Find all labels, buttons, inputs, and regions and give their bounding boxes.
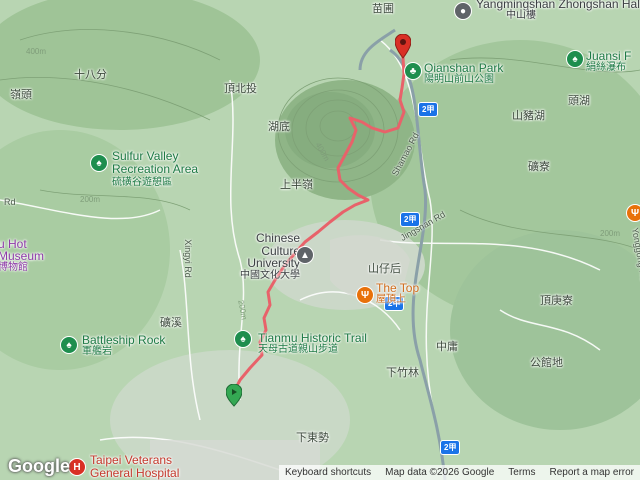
poi-sublabel: 陽明山前山公園 — [424, 74, 494, 85]
university-icon[interactable]: ▲ — [296, 246, 314, 264]
place-label: 頂北投 — [224, 83, 257, 95]
poi-sublabel: 軍艦岩 — [82, 346, 112, 357]
poi-label: Qianshan Park — [424, 61, 504, 75]
restaurant-icon[interactable]: Ψ — [356, 286, 374, 304]
place-label: 嶺頭 — [10, 89, 32, 101]
place-label: 上半嶺 — [280, 179, 313, 191]
road-label: Xingyi Rd — [182, 239, 193, 278]
place-label: 中庸 — [436, 341, 458, 353]
place-label: 頂庚寮 — [540, 295, 573, 307]
restaurant-icon[interactable]: Ψ — [626, 204, 640, 222]
poi-label: Tianmu Historic Trail — [258, 331, 367, 345]
contour-label: 200m — [600, 229, 621, 238]
recreation-icon[interactable]: ♠ — [90, 154, 108, 172]
place-label: 湖底 — [268, 121, 290, 133]
park-icon[interactable]: ♣ — [404, 62, 422, 80]
poi-sublabel: 天母古道親山步道 — [258, 344, 338, 355]
place-label: 公館地 — [530, 357, 563, 369]
poi-qianshan-park[interactable]: Qianshan Park 陽明山前山公園 — [424, 62, 503, 85]
report-error-link[interactable]: Report a map error — [550, 467, 634, 478]
poi-label: Yangmingshan Zhongshan Hall — [476, 0, 640, 11]
contour-label: 400m — [26, 47, 47, 56]
poi-sublabel: 博物館 — [0, 262, 28, 273]
poi-label: Battleship Rock — [82, 333, 166, 347]
poi-the-top[interactable]: The Top 屋頂上 — [376, 282, 419, 305]
map-footer: Keyboard shortcuts Map data ©2026 Google… — [278, 465, 640, 480]
viewpoint-icon[interactable]: ♠ — [60, 336, 78, 354]
road-label: Rd — [4, 197, 16, 207]
poi-juansi[interactable]: Juansi F 絹絲瀑布 — [586, 50, 631, 73]
place-label: 礦寮 — [528, 161, 550, 173]
poi-label: Museum — [0, 249, 45, 263]
start-marker-icon[interactable] — [226, 384, 242, 408]
place-label: 頭湖 — [568, 95, 590, 107]
poi-sublabel: 中山樓 — [506, 10, 536, 21]
route-shield: 2甲 — [418, 102, 439, 117]
place-label: 十八分 — [74, 69, 107, 81]
place-label: 山豬湖 — [512, 110, 545, 122]
landmark-icon[interactable]: ● — [454, 2, 472, 20]
poi-sublabel: 絹絲瀑布 — [586, 62, 626, 73]
poi-label: The Top — [376, 281, 420, 295]
poi-sublabel: 中國文化大學 — [240, 269, 300, 281]
poi-veterans-hospital[interactable]: Taipei Veterans General Hospital — [90, 454, 179, 479]
place-label: 山仔后 — [368, 263, 401, 275]
poi-battleship-rock[interactable]: Battleship Rock 軍艦岩 — [82, 334, 165, 357]
google-logo[interactable]: Google — [8, 456, 70, 477]
route-shield: 2甲 — [400, 212, 421, 227]
poi-culture-university[interactable]: Chinese Culture University 中國文化大學 — [240, 232, 300, 281]
place-label: 下竹林 — [386, 367, 419, 379]
place-label: 苗圃 — [372, 3, 394, 15]
trail-icon[interactable]: ♠ — [234, 330, 252, 348]
poi-label: Sulfur Valley Recreation Area — [112, 149, 199, 177]
end-marker-icon[interactable] — [395, 34, 411, 60]
keyboard-shortcuts-link[interactable]: Keyboard shortcuts — [285, 467, 371, 478]
poi-label: General Hospital — [90, 465, 180, 480]
hospital-icon[interactable]: H — [68, 458, 86, 476]
poi-zhongshan-hall[interactable]: Yangmingshan Zhongshan Hall 中山樓 — [476, 0, 640, 21]
poi-label: Juansi F — [586, 49, 632, 63]
poi-sublabel: 屋頂上 — [376, 294, 406, 305]
contour-label: 200m — [80, 195, 101, 204]
terms-link[interactable]: Terms — [508, 467, 535, 478]
poi-sulfur-valley[interactable]: Sulfur Valley Recreation Area 硫磺谷遊憩區 — [112, 149, 222, 189]
poi-tianmu-trail[interactable]: Tianmu Historic Trail 天母古道親山步道 — [258, 332, 367, 355]
place-label: 礦溪 — [160, 317, 182, 329]
poi-label: University — [247, 256, 300, 271]
poi-sublabel: 硫磺谷遊憩區 — [112, 177, 172, 189]
place-label: 下東勢 — [296, 432, 329, 444]
poi-hot-museum[interactable]: u Hot Museum 博物館 — [0, 238, 44, 273]
waterfall-icon[interactable]: ♠ — [566, 50, 584, 68]
route-shield: 2甲 — [440, 440, 461, 455]
map-data-attribution: Map data ©2026 Google — [385, 467, 495, 478]
